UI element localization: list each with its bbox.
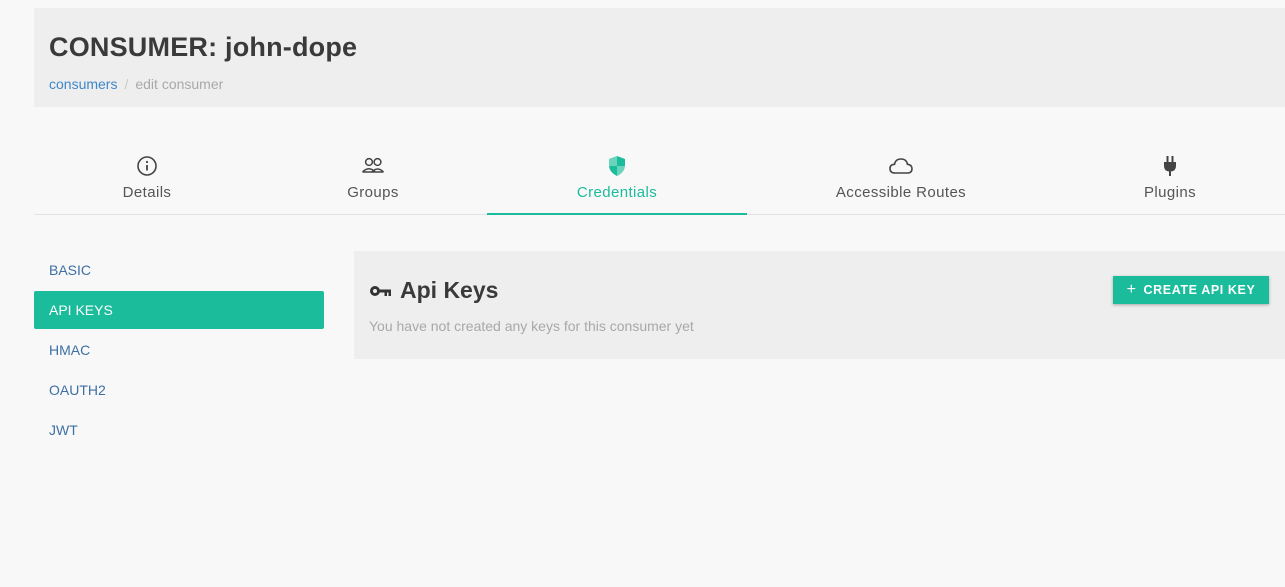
page-title: CONSUMER: john-dope — [49, 32, 358, 62]
breadcrumb-current: edit consumer — [135, 76, 224, 92]
breadcrumb-consumers-link[interactable]: consumers — [49, 76, 117, 92]
page-header: CONSUMER: john-dope consumers / edit consu… — [34, 8, 1285, 107]
plug-icon — [1161, 154, 1179, 178]
tab-label: Accessible Routes — [835, 184, 967, 201]
tab-plugins[interactable]: Plugins — [1070, 150, 1270, 215]
tab-label: Credentials — [576, 184, 658, 201]
tab-label: Details — [122, 184, 172, 201]
create-api-key-button[interactable]: + CREATE API KEY — [1113, 276, 1269, 304]
breadcrumb: consumers / edit consumer — [49, 76, 223, 92]
sidenav-item-oauth2[interactable]: OAUTH2 — [34, 371, 324, 409]
sidenav-item-basic[interactable]: BASIC — [34, 251, 324, 289]
tab-details[interactable]: Details — [34, 150, 260, 215]
tab-bar: Details Groups Credentials Accessible Ro… — [34, 150, 1285, 215]
tab-label: Plugins — [1144, 184, 1196, 201]
sidenav-item-hmac[interactable]: HMAC — [34, 331, 324, 369]
create-api-key-label: CREATE API KEY — [1143, 283, 1256, 297]
tab-accessible-routes[interactable]: Accessible Routes — [781, 150, 1021, 215]
panel-title-text: Api Keys — [400, 277, 499, 303]
breadcrumb-separator: / — [124, 76, 129, 92]
empty-state-message: You have not created any keys for this c… — [369, 318, 694, 334]
api-keys-panel: Api Keys You have not created any keys f… — [354, 251, 1285, 359]
cloud-icon — [888, 154, 914, 178]
plus-icon: + — [1126, 281, 1137, 298]
panel-title: Api Keys — [369, 277, 498, 304]
tab-credentials[interactable]: Credentials — [487, 150, 747, 215]
sidenav-item-jwt[interactable]: JWT — [34, 411, 324, 449]
sidenav-item-api-keys[interactable]: API KEYS — [34, 291, 324, 329]
tab-groups[interactable]: Groups — [260, 150, 486, 215]
key-icon — [369, 284, 392, 298]
tab-label: Groups — [347, 184, 399, 201]
shield-icon — [606, 154, 628, 178]
credentials-sidenav: BASIC API KEYS HMAC OAUTH2 JWT — [34, 251, 324, 451]
info-icon — [136, 154, 158, 178]
groups-icon — [360, 154, 386, 178]
